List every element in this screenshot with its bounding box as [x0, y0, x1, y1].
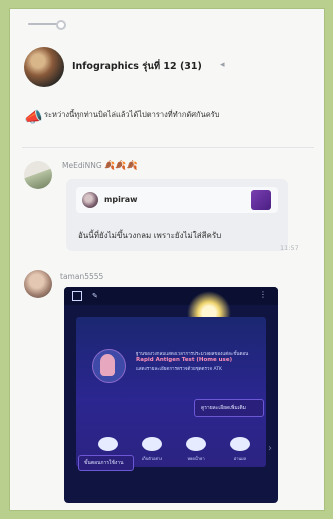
shared-image[interactable]: ✎ ⋮ ฐานของวงกลมแสดงเวลาการประมวลผลของแต่…: [64, 287, 278, 503]
speaker-icon: ◂: [220, 60, 225, 70]
group-title-text: Infographics รุ่นที่ 12: [72, 61, 177, 72]
sender-name: MeEdiNNG 🍂🍂🍂: [62, 161, 138, 171]
step-label: อ่านผล: [233, 456, 247, 461]
megaphone-icon: 📣: [24, 108, 43, 126]
quoted-sender-name: mpiraw: [104, 195, 138, 204]
message-time: 11:57: [280, 244, 299, 252]
quoted-thumbnail: [251, 190, 271, 210]
pencil-icon: ✎: [92, 292, 98, 300]
group-avatar[interactable]: [24, 47, 64, 87]
announcement-bar[interactable]: 📣 ระหว่างนี้ทุกท่านบิดไล่แล้วได้ไปตารางท…: [24, 106, 314, 128]
avatar[interactable]: [24, 270, 52, 298]
top-indicator-dot: [56, 20, 66, 30]
infographic-panel: ฐานของวงกลมแสดงเวลาการประมวลผลของแต่ละขั…: [76, 317, 266, 467]
menu-icon: ⋮: [259, 290, 267, 299]
avatar[interactable]: [24, 161, 52, 189]
step-label: หยดน้ำยา: [187, 456, 205, 461]
tube-icon: [98, 437, 118, 451]
test-kit-icon: [230, 437, 250, 451]
usage-button: ขั้นตอนการใช้งาน: [78, 455, 134, 471]
details-button-label: ดูรายละเอียดเพิ่มเติม: [201, 405, 246, 411]
step-label: เก็บตัวอย่าง: [141, 456, 163, 461]
panel-line-1: ฐานของวงกลมแสดงเวลาการประมวลผลของแต่ละขั…: [136, 352, 249, 357]
step-item: เก็บตัวอย่าง: [134, 435, 170, 465]
top-indicator-line: [28, 23, 58, 25]
person-icon: [100, 354, 115, 376]
message-text: อันนี้ที่ยังไม่ขึ้นวงกลม เพราะยังไม่ใส่ส…: [78, 231, 222, 240]
message-bubble[interactable]: mpiraw อันนี้ที่ยังไม่ขึ้นวงกลม เพราะยัง…: [66, 179, 288, 251]
panel-line-3: แสดงรายละเอียดการตรวจด้วยชุดตรวจ ATK: [136, 367, 222, 372]
usage-button-label: ขั้นตอนการใช้งาน: [84, 460, 124, 466]
divider: [22, 147, 314, 148]
step-item: อ่านผล: [222, 435, 258, 465]
details-button: ดูรายละเอียดเพิ่มเติม: [194, 399, 264, 417]
sender-name: taman5555: [60, 272, 104, 281]
quoted-avatar: [82, 192, 98, 208]
leaf-icon: 🍂🍂🍂: [104, 161, 138, 171]
group-header[interactable]: Infographics รุ่นที่ 12 (31) ◂: [24, 47, 314, 87]
sender-name-text: MeEdiNNG: [62, 161, 102, 170]
square-icon: [72, 291, 82, 301]
group-title: Infographics รุ่นที่ 12 (31): [72, 59, 202, 74]
step-item: หยดน้ำยา: [178, 435, 214, 465]
side-arrow-icon: ›: [268, 443, 272, 454]
quoted-message[interactable]: mpiraw: [76, 187, 278, 213]
dropper-icon: [186, 437, 206, 451]
chat-window: Infographics รุ่นที่ 12 (31) ◂ 📣 ระหว่าง…: [9, 8, 325, 511]
announcement-text: ระหว่างนี้ทุกท่านบิดไล่แล้วได้ไปตารางที่…: [44, 110, 220, 119]
swab-icon: [142, 437, 162, 451]
panel-line-2: Rapid Antigen Test (Home use): [136, 357, 233, 363]
group-member-count: (31): [179, 61, 202, 72]
